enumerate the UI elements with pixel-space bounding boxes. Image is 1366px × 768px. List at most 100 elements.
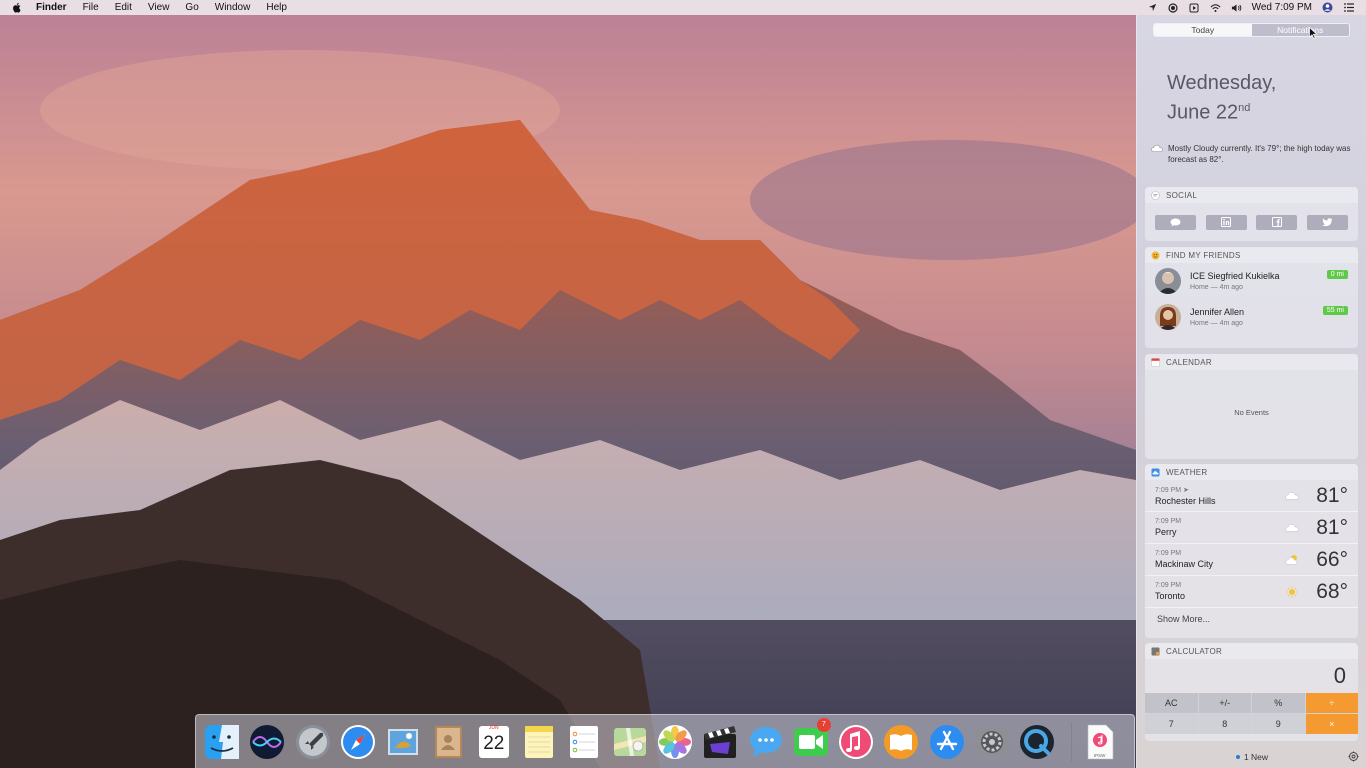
dock-siri[interactable] [247, 722, 287, 762]
dock-mail[interactable] [383, 722, 423, 762]
calc-key-8[interactable]: 8 [1198, 714, 1251, 734]
messages-icon [1170, 214, 1181, 232]
record-icon[interactable] [1168, 2, 1179, 13]
weather-place: 7:09 PM Perry [1155, 518, 1284, 537]
weather-temp: 81° [1316, 515, 1348, 539]
menu-view[interactable]: View [148, 2, 170, 13]
weather-time: 7:09 PM [1155, 518, 1182, 525]
gear-icon[interactable] [1348, 751, 1359, 762]
friend-location-text: Home [1190, 284, 1209, 291]
notification-list-icon[interactable] [1343, 2, 1354, 13]
dock-ibooks[interactable] [881, 722, 921, 762]
messages-icon [746, 722, 786, 762]
play-icon[interactable] [1189, 2, 1200, 13]
tab-today[interactable]: Today [1154, 24, 1252, 36]
finder-icon [202, 722, 242, 762]
weather-row[interactable]: 7:09 PM Mackinaw City 66° [1145, 544, 1358, 576]
forecast-text: Mostly Cloudy currently. It's 79°; the h… [1168, 144, 1351, 164]
dock-final-cut[interactable] [700, 722, 740, 762]
dock-itunes[interactable] [836, 722, 876, 762]
weather-show-more-link[interactable]: Show More... [1145, 608, 1358, 630]
sun-icon [1284, 586, 1300, 598]
wifi-icon[interactable] [1210, 2, 1221, 13]
menu-clock[interactable]: Wed 7:09 PM [1252, 2, 1312, 13]
siri-icon [247, 722, 287, 762]
system-preferences-icon [972, 722, 1012, 762]
weather-row[interactable]: 7:09 PM Toronto 68° [1145, 576, 1358, 608]
volume-icon[interactable] [1231, 2, 1242, 13]
friend-row[interactable]: Jennifer Allen Home — 4m ago 55 mi [1145, 299, 1358, 335]
dock-messages[interactable] [746, 722, 786, 762]
menu-edit[interactable]: Edit [115, 2, 132, 13]
dock-photos[interactable] [655, 722, 695, 762]
dock-app-store[interactable] [927, 722, 967, 762]
new-widgets-button[interactable]: 1 New [1244, 752, 1268, 762]
photos-icon [655, 722, 695, 762]
weather-city: Mackinaw City [1155, 559, 1214, 569]
nc-footer: 1 New [1137, 745, 1366, 768]
weather-place: 7:09 PM Mackinaw City [1155, 550, 1284, 569]
linkedin-icon [1221, 214, 1232, 232]
calendar-icon: JUN 22 [474, 722, 514, 762]
launchpad-icon [293, 722, 333, 762]
new-dot-icon [1235, 754, 1240, 759]
dock-launchpad[interactable] [293, 722, 333, 762]
dock-quicktime[interactable] [1017, 722, 1057, 762]
calc-key-ac[interactable]: AC [1145, 693, 1198, 713]
weather-time: 7:09 PM ➤ [1155, 486, 1284, 494]
dock-system-preferences[interactable] [972, 722, 1012, 762]
menu-bar: Finder File Edit View Go Window Help Wed… [0, 0, 1366, 15]
tab-notifications[interactable]: Notifications [1251, 24, 1349, 36]
calc-key-percent[interactable]: % [1252, 693, 1305, 713]
app-menu-finder[interactable]: Finder [36, 2, 67, 13]
weather-row[interactable]: 7:09 PM ➤ Rochester Hills 81° [1145, 480, 1358, 512]
calc-key-7[interactable]: 7 [1145, 714, 1198, 734]
friend-time: 4m ago [1219, 284, 1243, 291]
weather-temp: 66° [1316, 547, 1348, 571]
nc-tab-control: Today Notifications [1153, 23, 1350, 37]
weather-row[interactable]: 7:09 PM Perry 81° [1145, 512, 1358, 544]
weather-temp: 81° [1316, 483, 1348, 507]
dock-maps[interactable] [610, 722, 650, 762]
dock-finder[interactable] [202, 722, 242, 762]
calc-key-divide[interactable]: ÷ [1305, 693, 1358, 713]
location-icon[interactable] [1147, 2, 1158, 13]
dock-contacts[interactable] [428, 722, 468, 762]
weather-city: Perry [1155, 527, 1177, 537]
friend-row[interactable]: ICE Siegfried Kukielka Home — 4m ago 0 m… [1145, 263, 1358, 299]
menu-help[interactable]: Help [266, 2, 287, 13]
dock-notes[interactable] [519, 722, 559, 762]
social-buttons [1145, 203, 1358, 230]
calendar-header: CALENDAR [1145, 354, 1358, 370]
apple-menu-icon[interactable] [12, 2, 26, 14]
calculator-widget: CALCULATOR 0 AC +/- % ÷ 7 8 9 × [1145, 643, 1358, 741]
menu-file[interactable]: File [83, 2, 99, 13]
calc-key-multiply[interactable]: × [1305, 714, 1358, 734]
menu-window[interactable]: Window [215, 2, 251, 13]
calculator-display: 0 [1333, 663, 1346, 688]
dock-calendar[interactable]: JUN 22 [474, 722, 514, 762]
dock-ipsw-file[interactable]: IPSW [1080, 722, 1120, 762]
facebook-icon [1271, 214, 1282, 232]
weather-place: 7:09 PM Toronto [1155, 582, 1284, 601]
social-facebook-button[interactable] [1256, 214, 1298, 232]
social-messages-button[interactable] [1155, 215, 1196, 230]
social-linkedin-button[interactable] [1205, 214, 1247, 232]
calc-key-9[interactable]: 9 [1252, 714, 1305, 734]
friend-time: 4m ago [1219, 320, 1243, 327]
weather-summary: Mostly Cloudy currently. It's 79°; the h… [1151, 143, 1356, 165]
find-friends-icon [1151, 251, 1160, 260]
user-icon[interactable] [1322, 2, 1333, 13]
menu-go[interactable]: Go [185, 2, 198, 13]
dock-safari[interactable] [338, 722, 378, 762]
calculator-header: CALCULATOR [1145, 643, 1358, 659]
twitter-icon [1321, 214, 1333, 232]
calc-key-sign[interactable]: +/- [1198, 693, 1251, 713]
date-suffix: nd [1238, 102, 1251, 114]
today-date: Wednesday, June 22nd [1167, 71, 1276, 126]
dock-facetime[interactable]: 7 [791, 717, 831, 762]
friend-location: Home — 4m ago [1190, 320, 1243, 327]
social-twitter-button[interactable] [1306, 214, 1348, 232]
maps-icon [610, 722, 650, 762]
dock-reminders[interactable] [564, 722, 604, 762]
